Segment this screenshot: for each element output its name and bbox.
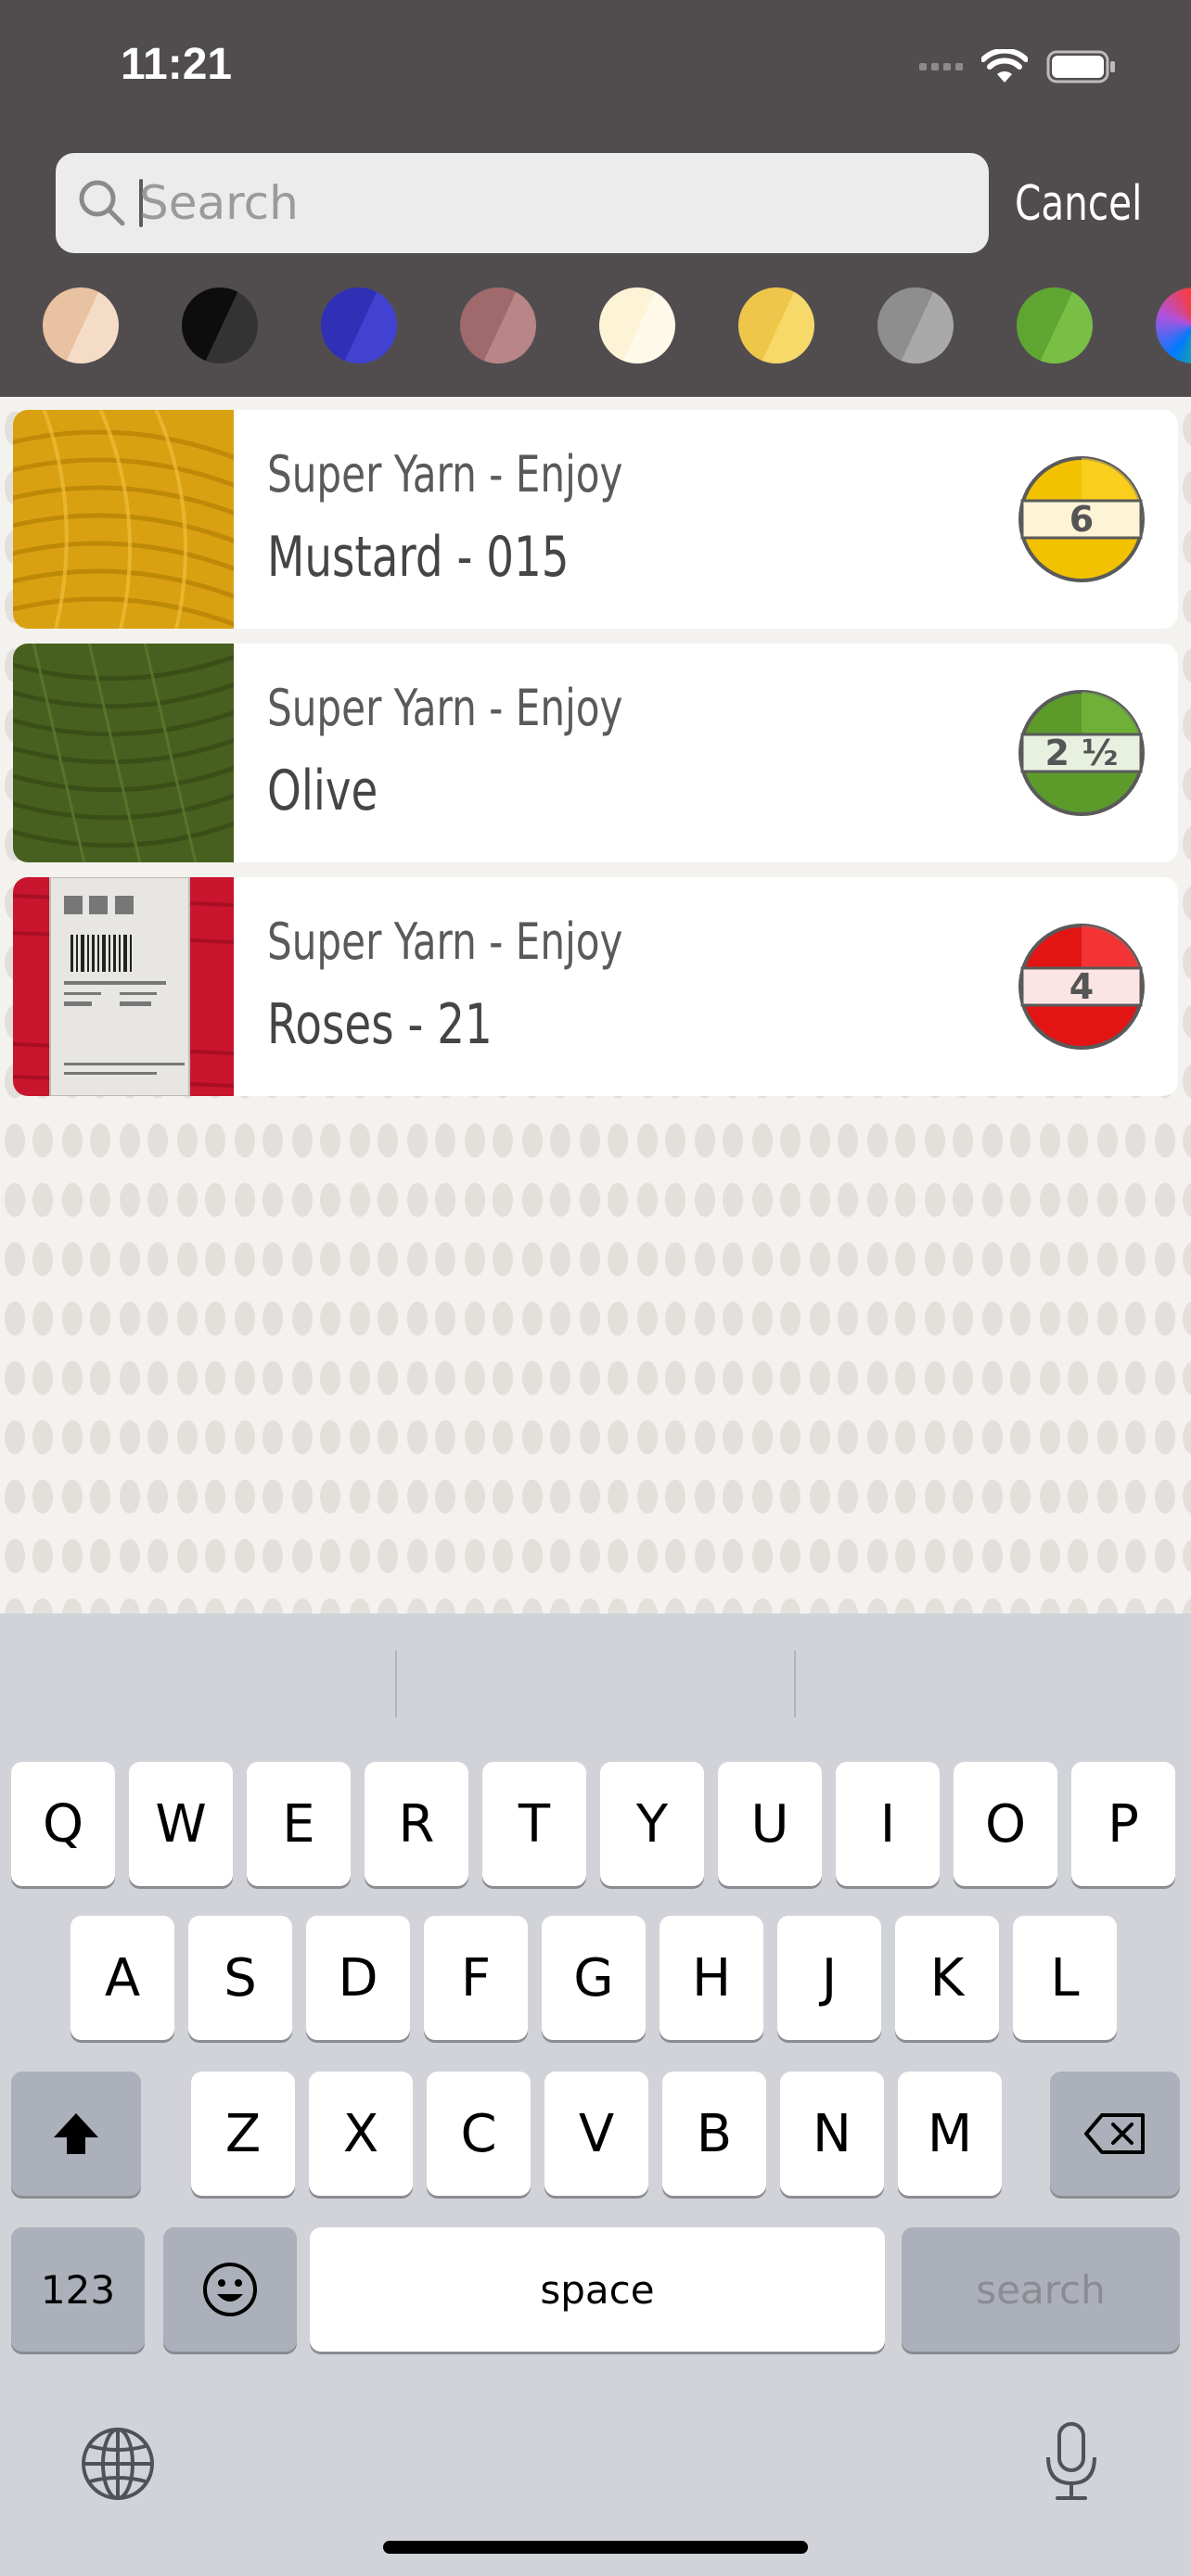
key-b[interactable]: B [662, 2072, 766, 2196]
yarn-color-name: Mustard - 015 [267, 525, 570, 590]
key-n[interactable]: N [780, 2072, 884, 2196]
color-swatch-multicolor[interactable] [1156, 287, 1191, 363]
yarn-color-name: Olive [267, 759, 378, 823]
shift-icon [54, 2113, 98, 2154]
key-p[interactable]: P [1071, 1762, 1175, 1886]
suggestion-divider [395, 1651, 397, 1717]
key-y[interactable]: Y [600, 1762, 704, 1886]
space-key[interactable]: space [310, 2227, 885, 2352]
backspace-icon [1084, 2113, 1145, 2154]
color-swatch-grey[interactable] [877, 287, 954, 363]
color-swatch-yellow[interactable] [738, 287, 814, 363]
key-o[interactable]: O [954, 1762, 1057, 1886]
color-filter-row [0, 287, 1191, 363]
home-indicator [383, 2541, 808, 2554]
wifi-icon [981, 49, 1028, 84]
key-g[interactable]: G [542, 1916, 646, 2040]
color-swatch-blue[interactable] [321, 287, 397, 363]
battery-icon [1046, 49, 1117, 84]
backspace-key[interactable] [1050, 2072, 1180, 2196]
key-a[interactable]: A [70, 1916, 174, 2040]
yarn-brand: Super Yarn - Enjoy [267, 912, 623, 971]
weight-badge: 2 ½ [1017, 688, 1146, 818]
key-q[interactable]: Q [11, 1762, 115, 1886]
key-l[interactable]: L [1013, 1916, 1117, 2040]
yarn-card[interactable]: Super Yarn - Enjoy Olive 2 ½ [13, 644, 1178, 862]
key-w[interactable]: W [129, 1762, 233, 1886]
key-h[interactable]: H [660, 1916, 763, 2040]
emoji-icon [203, 2263, 257, 2316]
microphone-icon[interactable] [1041, 2420, 1102, 2508]
key-r[interactable]: R [365, 1762, 468, 1886]
yarn-brand: Super Yarn - Enjoy [267, 679, 623, 737]
weight-label: 4 [1069, 966, 1095, 1007]
status-icons [919, 46, 1117, 87]
key-f[interactable]: F [424, 1916, 528, 2040]
key-i[interactable]: I [836, 1762, 940, 1886]
key-s[interactable]: S [188, 1916, 292, 2040]
header: 11:21 Cancel [0, 0, 1191, 397]
weight-label: 2 ½ [1044, 733, 1119, 773]
key-z[interactable]: Z [191, 2072, 295, 2196]
color-swatch-green[interactable] [1017, 287, 1093, 363]
yarn-thumbnail-olive [13, 644, 246, 862]
suggestion-divider [794, 1651, 796, 1717]
weight-badge: 4 [1017, 922, 1146, 1052]
color-swatch-black[interactable] [182, 287, 258, 363]
key-d[interactable]: D [306, 1916, 410, 2040]
cellular-signal-icon [919, 63, 963, 70]
key-m[interactable]: M [898, 2072, 1002, 2196]
color-swatch-beige[interactable] [43, 287, 119, 363]
emoji-key[interactable] [163, 2227, 297, 2352]
yarn-card[interactable]: Super Yarn - Enjoy Roses - 21 4 [13, 877, 1178, 1096]
yarn-color-name: Roses - 21 [267, 992, 493, 1057]
key-e[interactable]: E [247, 1762, 351, 1886]
weight-label: 6 [1069, 499, 1095, 540]
search-input[interactable] [139, 168, 955, 238]
numbers-key[interactable]: 123 [11, 2227, 145, 2352]
key-v[interactable]: V [544, 2072, 648, 2196]
key-k[interactable]: K [895, 1916, 999, 2040]
yarn-brand: Super Yarn - Enjoy [267, 445, 623, 504]
key-j[interactable]: J [777, 1916, 881, 2040]
globe-icon[interactable] [80, 2426, 156, 2506]
yarn-card[interactable]: Super Yarn - Enjoy Mustard - 015 6 [13, 410, 1178, 629]
shift-key[interactable] [11, 2072, 141, 2196]
yarn-thumbnail-mustard [13, 410, 255, 629]
cancel-button[interactable]: Cancel [1015, 167, 1142, 241]
search-field[interactable] [56, 153, 989, 253]
weight-badge: 6 [1017, 454, 1146, 584]
key-t[interactable]: T [482, 1762, 586, 1886]
key-x[interactable]: X [309, 2072, 413, 2196]
color-swatch-mauve[interactable] [460, 287, 536, 363]
status-time: 11:21 [121, 40, 233, 89]
color-swatch-cream[interactable] [599, 287, 675, 363]
key-u[interactable]: U [718, 1762, 822, 1886]
search-icon [79, 180, 125, 226]
key-c[interactable]: C [427, 2072, 531, 2196]
yarn-thumbnail-roses [13, 877, 235, 1096]
search-key[interactable]: search [902, 2227, 1180, 2352]
